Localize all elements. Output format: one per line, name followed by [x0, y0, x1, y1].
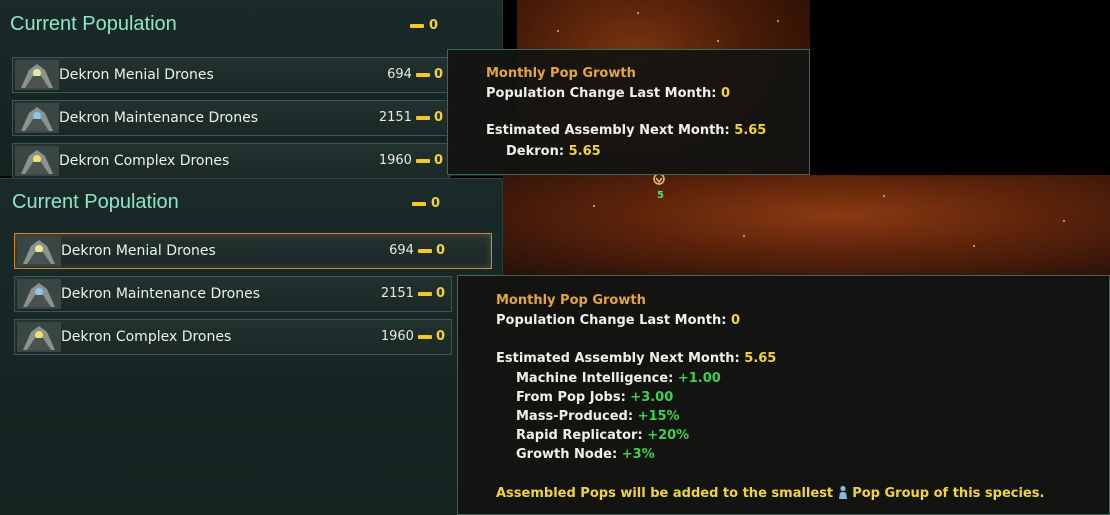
- pop-row-maintenance[interactable]: Dekron Maintenance Drones 2151 0: [14, 276, 452, 312]
- drone-portrait-icon: [15, 103, 59, 133]
- modifier-line: Mass-Produced: +15%: [516, 409, 680, 424]
- modifier-line: From Pop Jobs: +3.00: [516, 390, 674, 405]
- pop-row-count: 694 0: [387, 67, 443, 82]
- drone-portrait-icon: [17, 279, 61, 309]
- pop-row-count: 1960 0: [378, 153, 443, 168]
- estimated-assembly-line: Estimated Assembly Next Month: 5.65: [486, 123, 767, 138]
- growth-bar-icon: [412, 201, 426, 206]
- pop-row-label: Dekron Complex Drones: [61, 329, 232, 345]
- pop-row-label: Dekron Menial Drones: [61, 243, 216, 259]
- pop-growth-tooltip-detailed: Monthly Pop Growth Population Change Las…: [457, 275, 1110, 515]
- modifier-line: Growth Node: +3%: [516, 447, 655, 462]
- growth-bar-icon: [410, 23, 424, 28]
- assembled-pops-note: Assembled Pops will be added to the smal…: [496, 485, 1045, 501]
- tooltip-heading: Monthly Pop Growth: [496, 293, 646, 308]
- pop-row-label: Dekron Complex Drones: [59, 153, 230, 169]
- growth-bar-icon: [415, 72, 430, 77]
- pop-row-label: Dekron Maintenance Drones: [59, 110, 259, 126]
- pop-growth-tooltip: Monthly Pop Growth Population Change Las…: [447, 49, 810, 175]
- pop-row-count: 1960 0: [380, 329, 445, 344]
- modifier-line: Machine Intelligence: +1.00: [516, 371, 721, 386]
- growth-bar-icon: [417, 291, 432, 296]
- pop-row-complex[interactable]: Dekron Complex Drones 1960 0: [14, 319, 452, 355]
- system-pop-count: 5: [657, 190, 664, 201]
- drone-portrait-icon: [17, 236, 61, 266]
- growth-bar-icon: [415, 115, 430, 120]
- pop-row-complex[interactable]: Dekron Complex Drones 1960 0: [12, 143, 450, 179]
- species-assembly-line: Dekron: 5.65: [506, 144, 601, 159]
- panel-title: Current Population: [10, 13, 177, 35]
- population-panel: Current Population 0 Dekron Menial Drone…: [0, 178, 503, 515]
- panel-title: Current Population: [12, 191, 179, 213]
- pop-row-label: Dekron Menial Drones: [59, 67, 214, 83]
- drone-portrait-icon: [15, 146, 59, 176]
- estimated-assembly-line: Estimated Assembly Next Month: 5.65: [496, 351, 777, 366]
- pop-row-count: 2151 0: [380, 286, 445, 301]
- growth-bar-icon: [417, 334, 432, 339]
- pop-row-menial[interactable]: Dekron Menial Drones 694 0: [14, 233, 492, 269]
- population-change-line: Population Change Last Month: 0: [496, 313, 741, 328]
- drone-portrait-icon: [17, 322, 61, 352]
- pop-row-count: 2151 0: [378, 110, 443, 125]
- growth-bar-icon: [417, 248, 432, 253]
- pop-person-icon: [838, 485, 847, 499]
- drone-portrait-icon: [15, 60, 59, 90]
- pop-row-menial[interactable]: Dekron Menial Drones 694 0: [12, 57, 450, 93]
- tooltip-heading: Monthly Pop Growth: [486, 66, 636, 81]
- pop-row-label: Dekron Maintenance Drones: [61, 286, 261, 302]
- total-growth: 0: [412, 196, 440, 211]
- population-change-line: Population Change Last Month: 0: [486, 86, 731, 101]
- growth-bar-icon: [415, 158, 430, 163]
- pop-row-count: 694 0: [389, 243, 445, 258]
- modifier-line: Rapid Replicator: +20%: [516, 428, 690, 443]
- population-panel: Current Population 0 Dekron Menial Drone…: [0, 0, 503, 179]
- total-growth: 0: [410, 18, 438, 33]
- pop-row-maintenance[interactable]: Dekron Maintenance Drones 2151 0: [12, 100, 450, 136]
- galaxy-map-background[interactable]: [503, 175, 1110, 275]
